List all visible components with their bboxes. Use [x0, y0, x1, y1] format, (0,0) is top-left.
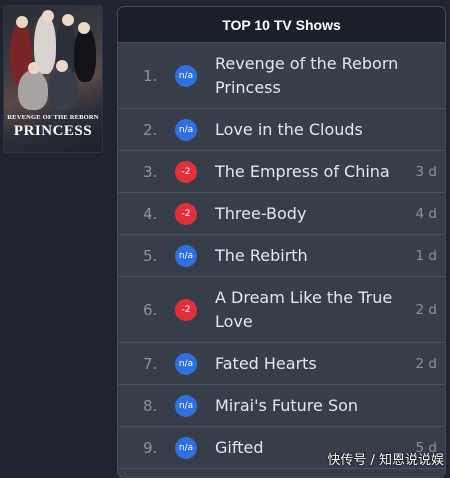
show-title-link[interactable]: Three-Body: [215, 202, 400, 226]
show-title-link[interactable]: The Empress of China: [215, 160, 400, 184]
rank-number: 6.: [143, 300, 158, 319]
rank-change-badge: n/a: [175, 352, 197, 375]
show-title-link[interactable]: A Dream Like the True Love: [215, 286, 400, 334]
show-row[interactable]: 2. n/a Love in the Clouds: [118, 109, 445, 151]
show-poster[interactable]: REVENGE OF THE REBORN PRINCESS: [4, 6, 102, 152]
show-title-link[interactable]: The Rebirth: [215, 244, 400, 268]
days-on-chart: 1 d: [415, 247, 437, 264]
poster-figure: [48, 66, 78, 110]
days-on-chart: 2 d: [415, 355, 437, 372]
show-row[interactable]: 1. n/a Revenge of the Reborn Princess: [118, 43, 445, 109]
show-row[interactable]: 4. -2 Three-Body 4 d: [118, 193, 445, 235]
rank-change-badge: n/a: [175, 244, 197, 267]
poster-face: [16, 16, 28, 28]
days-on-chart: 2 d: [415, 301, 437, 318]
rank-change-badge: -2: [175, 202, 197, 225]
days-on-chart: 4 d: [415, 205, 437, 222]
show-title-link[interactable]: Mirai's Future Son: [215, 394, 400, 418]
show-row[interactable]: 5. n/a The Rebirth 1 d: [118, 235, 445, 277]
poster-face: [28, 62, 40, 74]
rank-number: 1.: [143, 66, 158, 85]
days-on-chart: 3 d: [415, 163, 437, 180]
rank-change-badge: -2: [175, 298, 197, 321]
poster-figure: [74, 26, 96, 82]
poster-title-line1: REVENGE OF THE REBORN: [7, 114, 99, 121]
poster-figure: [18, 70, 48, 110]
rank-number: 7.: [143, 354, 158, 373]
rank-number: 2.: [143, 120, 158, 139]
show-list: 1. n/a Revenge of the Reborn Princess 2. n/a…: [118, 43, 445, 469]
top10-panel: TOP 10 TV Shows 1. n/a Revenge of the Rebo…: [117, 6, 446, 478]
show-row[interactable]: 8. n/a Mirai's Future Son: [118, 385, 445, 427]
rank-number: 4.: [143, 204, 158, 223]
show-title-link[interactable]: Fated Hearts: [215, 352, 400, 376]
poster-face: [56, 60, 68, 72]
watermark: 快传号 / 知恩说说娱: [327, 453, 444, 468]
poster-face: [42, 10, 54, 22]
poster-face: [78, 22, 90, 34]
show-title-link[interactable]: Revenge of the Reborn Princess: [215, 52, 400, 100]
rank-change-badge: n/a: [175, 436, 197, 459]
show-row[interactable]: 3. -2 The Empress of China 3 d: [118, 151, 445, 193]
poster-face: [62, 14, 74, 26]
rank-change-badge: n/a: [175, 118, 197, 141]
show-title-link[interactable]: Love in the Clouds: [215, 118, 400, 142]
rank-number: 9.: [143, 438, 158, 457]
rank-change-badge: n/a: [175, 64, 197, 87]
rank-number: 8.: [143, 396, 158, 415]
panel-title: TOP 10 TV Shows: [118, 7, 445, 43]
rank-number: 3.: [143, 162, 158, 181]
rank-change-badge: n/a: [175, 394, 197, 417]
poster-title-line2: PRINCESS: [13, 123, 93, 139]
rank-change-badge: -2: [175, 160, 197, 183]
rank-number: 5.: [143, 246, 158, 265]
show-row[interactable]: 7. n/a Fated Hearts 2 d: [118, 343, 445, 385]
show-row[interactable]: 6. -2 A Dream Like the True Love 2 d: [118, 277, 445, 343]
